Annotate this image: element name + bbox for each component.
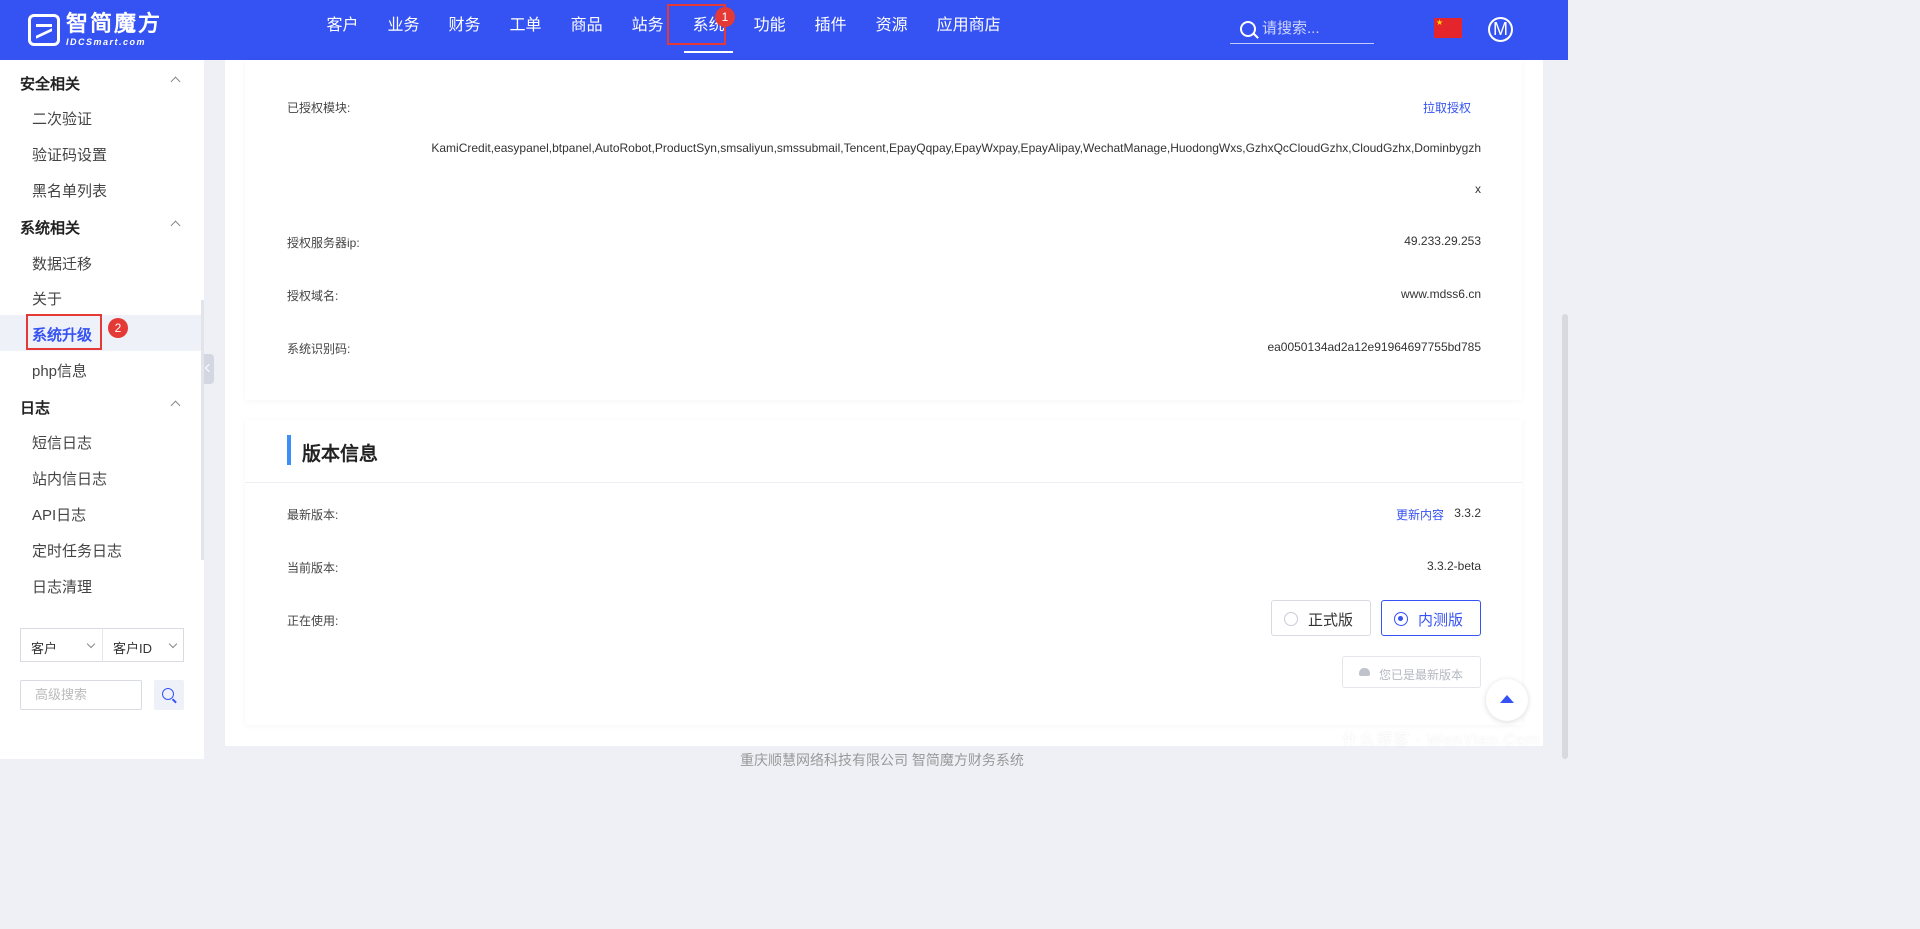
highlight-box-sidebar	[26, 314, 102, 350]
filter-field-select[interactable]: 客户ID	[102, 628, 184, 662]
sidebar-item-phpinfo[interactable]: php信息	[32, 360, 87, 381]
sidebar-scrollbar[interactable]	[201, 300, 204, 560]
logo-text: 智简魔方	[66, 11, 163, 36]
channel-beta-radio[interactable]: 内测版	[1381, 600, 1481, 636]
chevron-up-icon[interactable]	[170, 76, 181, 87]
step-badge: 2	[108, 318, 128, 338]
language-flag-icon[interactable]	[1434, 18, 1462, 38]
sidebar-item-captcha[interactable]: 验证码设置	[32, 144, 107, 165]
sidebar-group-logs[interactable]: 日志	[20, 397, 50, 418]
nav-item-plugins[interactable]: 插件	[800, 0, 861, 60]
sidebar-item-migration[interactable]: 数据迁移	[32, 253, 92, 274]
nav-item-business[interactable]: 业务	[373, 0, 434, 60]
step-badge: 1	[715, 7, 735, 27]
nav-item-functions[interactable]: 功能	[739, 0, 800, 60]
sidebar-item-message-log[interactable]: 站内信日志	[32, 468, 107, 489]
sidebar-group-system[interactable]: 系统相关	[20, 217, 80, 238]
button-label: 您已是最新版本	[1379, 668, 1464, 682]
changelog-link[interactable]: 更新内容	[1396, 506, 1444, 523]
divider	[245, 482, 1522, 483]
avatar[interactable]: M	[1488, 17, 1513, 42]
search-icon[interactable]	[1240, 20, 1256, 37]
footer-text: 重庆顺慧网络科技有限公司 智简魔方财务系统	[740, 752, 1024, 768]
global-search	[1230, 14, 1374, 44]
sidebar-item-blacklist[interactable]: 黑名单列表	[32, 180, 107, 201]
latest-version-button[interactable]: 您已是最新版本	[1342, 656, 1481, 688]
chevron-down-icon	[168, 639, 178, 649]
filter-type-select[interactable]: 客户	[20, 628, 102, 662]
main-nav: 客户 业务 财务 工单 商品 站务 系统 功能 插件 资源 应用商店	[312, 0, 1015, 60]
radio-label: 内测版	[1418, 612, 1464, 629]
logo-icon	[28, 14, 60, 46]
sidebar-item-log-clean[interactable]: 日志清理	[32, 576, 92, 597]
sidebar-item-cron-log[interactable]: 定时任务日志	[32, 540, 122, 561]
in-use-label: 正在使用:	[287, 614, 339, 628]
radio-icon	[1284, 612, 1298, 626]
nav-item-finance[interactable]: 财务	[434, 0, 495, 60]
current-version-value: 3.3.2-beta	[1426, 559, 1481, 573]
version-section-title: 版本信息	[302, 444, 379, 465]
system-code-label: 系统识别码:	[287, 342, 351, 356]
latest-version-value: 3.3.2	[1454, 506, 1481, 520]
search-icon	[162, 688, 174, 700]
modules-label: 已授权模块:	[287, 101, 351, 115]
logo-subtext: IDCSmart.com	[66, 37, 147, 47]
advanced-search-input[interactable]: 高级搜索	[20, 680, 142, 710]
advanced-search-button[interactable]	[154, 680, 184, 710]
channel-stable-radio[interactable]: 正式版	[1271, 600, 1371, 636]
logo[interactable]: 智简魔方 IDCSmart.com	[28, 12, 178, 48]
latest-version-label: 最新版本:	[287, 508, 339, 522]
search-input[interactable]	[1262, 20, 1372, 37]
radio-label: 正式版	[1308, 612, 1354, 629]
current-version-label: 当前版本:	[287, 561, 339, 575]
sidebar-collapse-handle[interactable]	[204, 354, 214, 384]
server-ip-label: 授权服务器ip:	[287, 236, 360, 250]
chevron-up-icon[interactable]	[170, 220, 181, 231]
sidebar-item-2fa[interactable]: 二次验证	[32, 108, 92, 129]
nav-item-resources[interactable]: 资源	[861, 0, 922, 60]
system-code-value: ea0050134ad2a12e91964697755bd785	[1267, 340, 1481, 354]
chevron-up-icon[interactable]	[170, 400, 181, 411]
modules-value: KamiCredit,easypanel,btpanel,AutoRobot,P…	[431, 141, 1481, 155]
pull-license-link[interactable]: 拉取授权	[1423, 99, 1471, 116]
sidebar-group-security[interactable]: 安全相关	[20, 73, 80, 94]
watermark: 什么博客 · WenYiao.Com	[1342, 732, 1541, 749]
sidebar-item-about[interactable]: 关于	[32, 288, 62, 309]
page-scrollbar[interactable]	[1562, 314, 1568, 759]
filter-type-value: 客户	[31, 641, 58, 656]
sidebar-item-api-log[interactable]: API日志	[32, 504, 86, 525]
chevron-down-icon	[86, 639, 96, 649]
nav-item-tickets[interactable]: 工单	[495, 0, 556, 60]
filter-field-value: 客户ID	[113, 641, 153, 656]
nav-item-products[interactable]: 商品	[556, 0, 617, 60]
top-navbar: 智简魔方 IDCSmart.com 客户 业务 财务 工单 商品 站务 系统 功…	[0, 0, 1568, 60]
radio-checked-icon	[1394, 612, 1408, 626]
domain-label: 授权域名:	[287, 289, 339, 303]
section-accent-bar	[287, 435, 291, 465]
version-card	[245, 420, 1522, 725]
sidebar: 安全相关 二次验证 验证码设置 黑名单列表 系统相关 数据迁移 关于 系统升级 …	[0, 60, 204, 759]
nav-item-app-store[interactable]: 应用商店	[922, 0, 1015, 60]
domain-value: www.mdss6.cn	[1400, 287, 1481, 301]
sidebar-item-sms-log[interactable]: 短信日志	[32, 432, 92, 453]
modules-value-cont: x	[1475, 182, 1481, 196]
server-ip-value: 49.233.29.253	[1404, 234, 1481, 248]
back-to-top-button[interactable]	[1486, 679, 1528, 721]
cloud-icon	[1359, 668, 1370, 676]
nav-item-customers[interactable]: 客户	[312, 0, 373, 60]
